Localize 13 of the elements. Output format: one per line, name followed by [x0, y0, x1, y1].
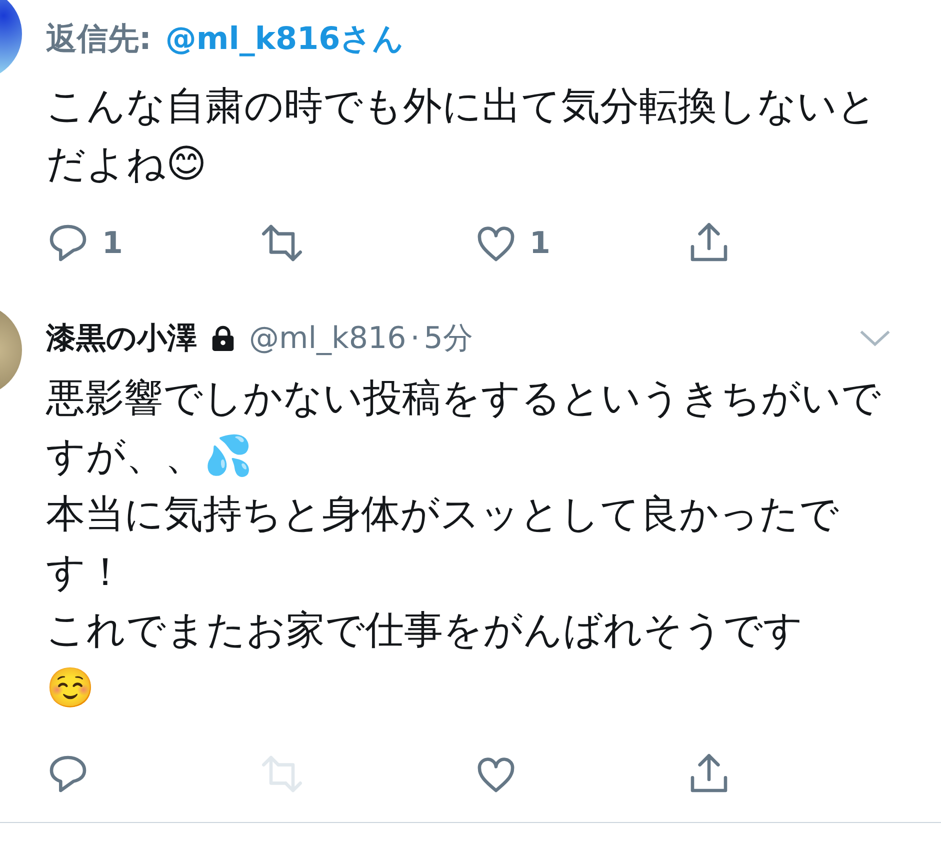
timestamp: 5分 — [424, 320, 473, 358]
tweet-text: 本当に気持ちと身体がスッとして良かったです！ — [46, 491, 840, 597]
count-label: 1 — [530, 226, 550, 260]
tweet-text: 悪影響でしかない投稿をするというきちがいですが、、💦 — [46, 375, 882, 481]
tweet-text: ☺ — [46, 665, 96, 713]
user-handle: @ml_k816 — [249, 320, 406, 356]
user-name: 漆黒の小澤 — [46, 320, 197, 358]
separator-dot: · — [410, 320, 420, 356]
tweet-text: これでまたお家で仕事をがんばれそうです — [46, 607, 804, 655]
reply-label: 返信先: — [46, 20, 152, 59]
handle-link[interactable]: @ml_k816さん — [165, 18, 404, 60]
tweet-text: こんな自粛の時でも外に出て気分転換しないとだよね😊 — [46, 83, 878, 189]
count-label: 1 — [102, 226, 123, 260]
